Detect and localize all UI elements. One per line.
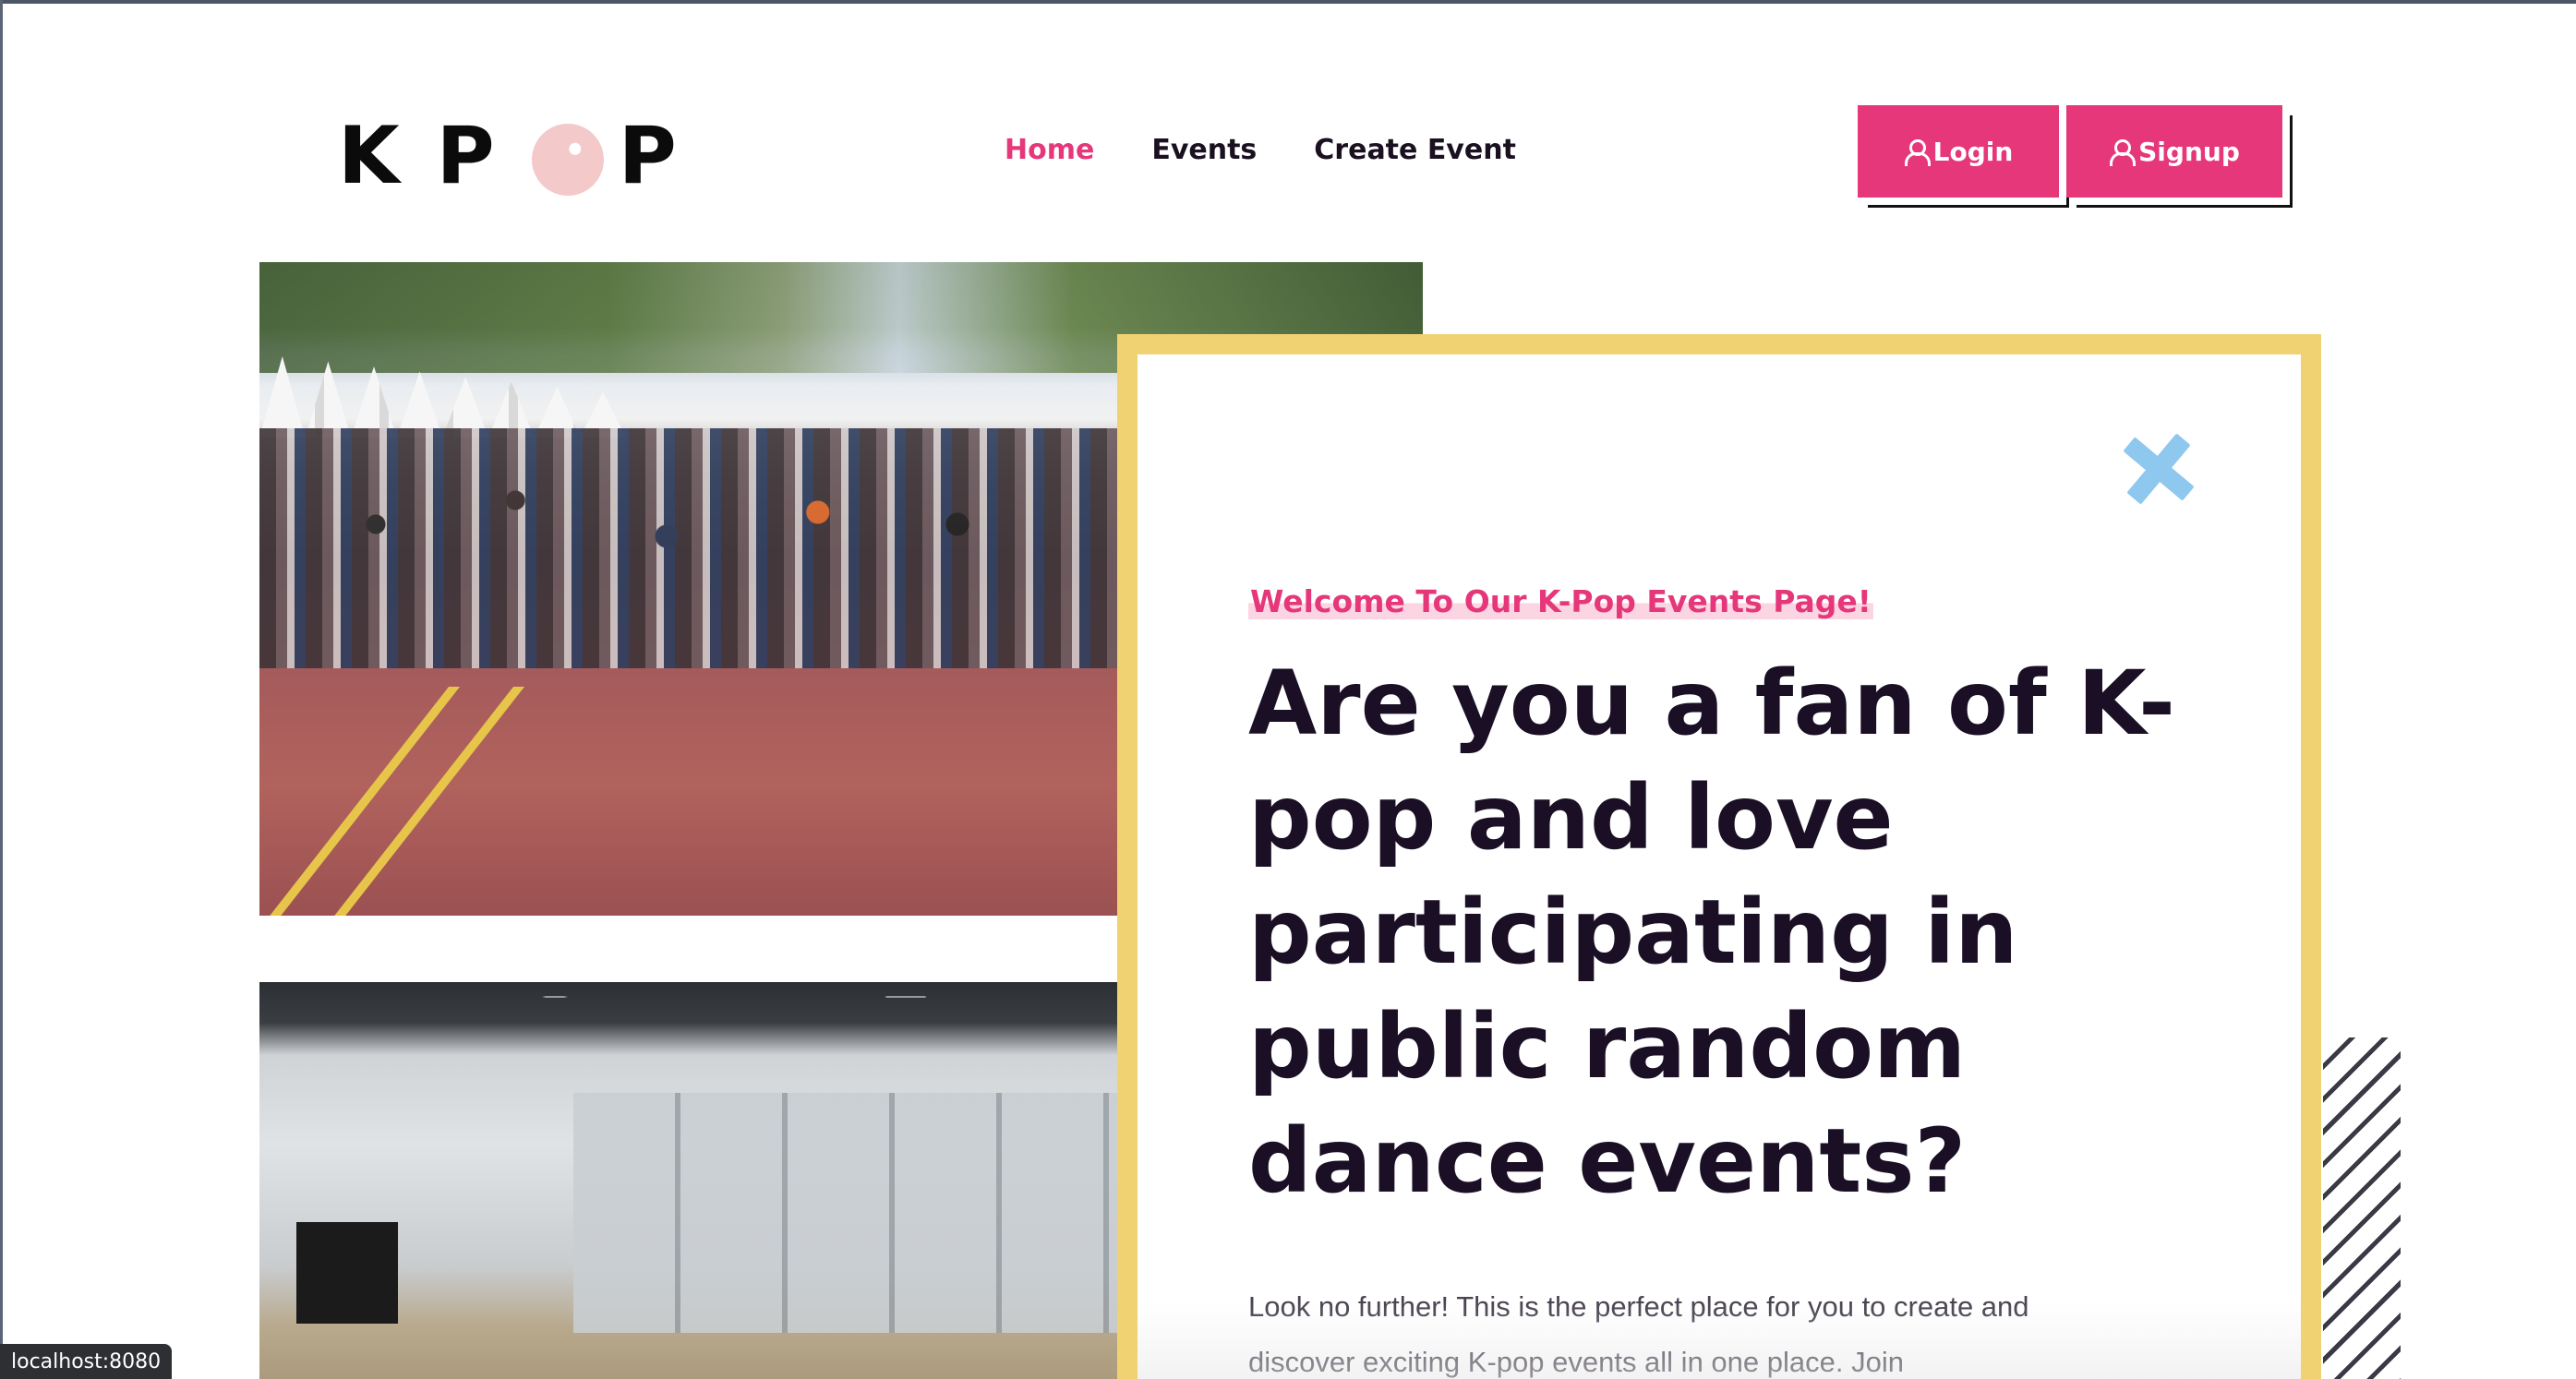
kpop-logo[interactable]: K P P [338,110,714,202]
user-icon [2109,139,2137,166]
nav-home-link[interactable]: Home [1005,134,1094,166]
nav-create-event-link[interactable]: Create Event [1314,134,1516,166]
main-nav: Home Events Create Event [1005,134,1516,166]
window-left-border [0,0,3,1379]
signup-button-label: Signup [2138,136,2240,167]
signup-button[interactable]: Signup [2066,105,2282,198]
nav-events-link[interactable]: Events [1151,134,1257,166]
login-button[interactable]: Login [1858,105,2059,198]
logo-letter-p: P [436,110,510,202]
hero-body-text: Look no further! This is the perfect pla… [1248,1290,2029,1378]
window-top-border [0,0,2576,4]
logo-letter-p2: P [618,110,692,202]
hero-headline: Are you a fan of K-pop and love particip… [1248,652,2176,1213]
logo-letter-k: K [338,110,415,202]
x-decoration-icon [2122,434,2192,504]
login-button-label: Login [1932,136,2014,167]
photo-lane-lines [259,687,461,916]
photo-studio-windows [573,1093,1127,1333]
welcome-tagline: Welcome To Our K-Pop Events Page! [1248,583,1873,619]
diagonal-stripes-decoration [2323,1037,2401,1379]
user-icon [1904,139,1931,166]
browser-status-url: localhost:8080 [0,1344,173,1379]
photo-equipment-case [296,1222,398,1324]
logo-bubble-icon [531,124,604,196]
